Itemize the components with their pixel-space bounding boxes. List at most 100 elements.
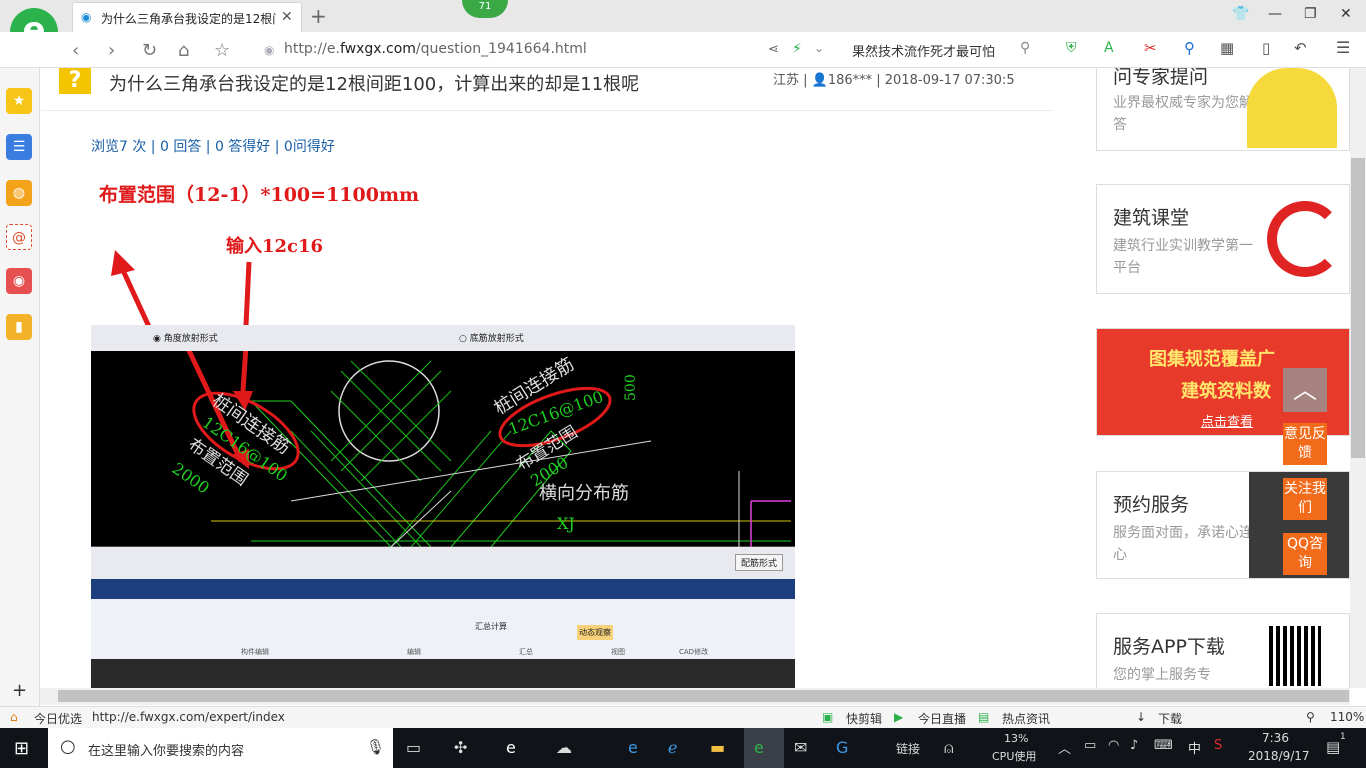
status-clip[interactable]: 快剪辑 <box>846 710 882 727</box>
cortana-icon: ○ <box>60 736 76 757</box>
wifi-icon[interactable]: ◠ <box>1108 738 1119 753</box>
notification-center-icon[interactable]: ▤ <box>1326 738 1340 756</box>
ie-icon[interactable]: ℯ <box>668 738 677 757</box>
favorite-star-icon[interactable]: ☆ <box>214 40 230 61</box>
weather-icon[interactable]: ☁ <box>556 738 572 757</box>
cad-dialog-footer: 配筋形式 <box>91 547 795 579</box>
mail-task-icon[interactable]: ✉ <box>794 738 807 757</box>
gift-icon: ⌂ <box>10 710 18 724</box>
question-icon: ? <box>59 68 91 94</box>
qr-code-icon <box>1269 626 1321 686</box>
fan-app-icon[interactable]: ✣ <box>454 738 467 757</box>
minimize-icon[interactable]: — <box>1268 6 1282 22</box>
cad-taskbar <box>91 579 795 599</box>
follow-button[interactable]: 关注我们 <box>1283 478 1327 520</box>
taskbar-search-placeholder: 在这里输入你要搜索的内容 <box>88 744 245 759</box>
people-icon[interactable]: ⍝ <box>944 738 954 758</box>
left-sidebar: ★ ☰ ◍ @ ◉ ▮ + <box>0 68 40 706</box>
speed-icon[interactable]: ⚡ <box>792 41 802 57</box>
mobile-icon[interactable]: ▯ <box>1262 39 1270 57</box>
app-g-icon[interactable]: G <box>836 738 848 757</box>
mail-icon[interactable]: @ <box>6 224 32 250</box>
news-feed-icon: ▤ <box>978 710 990 724</box>
windows-taskbar: ⊞ ○ 在这里输入你要搜索的内容 🎙 ▭ ✣ e ☁ e ℯ ▬ e ✉ G 链… <box>0 728 1366 768</box>
status-live[interactable]: 今日直播 <box>918 710 966 727</box>
back-to-top-icon[interactable]: ︿ <box>1283 368 1327 412</box>
close-window-icon[interactable]: ✕ <box>1340 6 1352 22</box>
download-icon: ↓ <box>1136 710 1147 724</box>
ribbon-group4: 视图 <box>611 648 625 656</box>
active-browser-task[interactable] <box>744 728 784 768</box>
clock-date[interactable]: 2018/9/17 <box>1248 749 1310 763</box>
add-sidebar-icon[interactable]: + <box>12 680 27 701</box>
ie-like-icon[interactable]: e <box>506 738 516 757</box>
taskbar-links[interactable]: 链接 <box>896 740 920 757</box>
status-zoom[interactable]: 110% <box>1330 710 1364 724</box>
ad-line2: 建筑资料数 <box>1181 381 1271 402</box>
new-tab-icon[interactable]: + <box>310 4 327 28</box>
card-expert[interactable]: 问专家提问 业界最权威专家为您解答 <box>1096 68 1350 151</box>
edge-icon[interactable]: e <box>628 738 638 757</box>
radio-angle: ◉ 角度放射形式 <box>153 334 218 344</box>
clip-icon: ▣ <box>822 710 834 724</box>
translate-icon[interactable]: A <box>1104 40 1114 56</box>
game-icon[interactable]: ◉ <box>6 268 32 294</box>
tab-title: 为什么三角承台我设定的是12根间 <box>101 12 276 26</box>
ad-link[interactable]: 点击查看 <box>1201 411 1253 430</box>
bookmark-icon[interactable]: ▮ <box>6 314 32 340</box>
card-expert-title: 问专家提问 <box>1113 68 1209 88</box>
keyboard-icon[interactable]: ⌨ <box>1154 738 1173 753</box>
sogou-icon[interactable]: S <box>1214 738 1222 753</box>
horizontal-scroll-thumb[interactable] <box>58 690 1349 702</box>
classroom-logo-icon <box>1267 201 1343 277</box>
file-explorer-icon[interactable]: ▬ <box>710 738 725 757</box>
status-hot-news[interactable]: 热点资讯 <box>1002 710 1050 727</box>
back-icon[interactable]: ‹ <box>72 40 79 61</box>
clock-time[interactable]: 7:36 <box>1262 731 1289 745</box>
expert-mascot-icon <box>1247 68 1337 148</box>
cad-label-right5: 横向分布筋 <box>539 483 629 504</box>
status-link: http://e.fwxgx.com/expert/index <box>92 710 285 724</box>
battery-icon[interactable]: ▭ <box>1084 738 1096 753</box>
menu-icon[interactable]: ☰ <box>1336 38 1350 57</box>
news-icon[interactable]: ☰ <box>6 134 32 160</box>
skin-icon[interactable]: 👕 <box>1232 6 1249 22</box>
site-info-icon[interactable]: ◉ <box>264 43 274 57</box>
restore-icon[interactable]: ❐ <box>1304 6 1317 22</box>
apps-icon[interactable]: ▦ <box>1220 39 1234 57</box>
ribbon-group1: 构件编辑 <box>241 648 269 656</box>
ime-indicator[interactable]: 中 <box>1188 738 1201 757</box>
ad-line1: 图集规范覆盖广 <box>1149 349 1275 370</box>
card-classroom[interactable]: 建筑课堂 建筑行业实训教学第一平台 <box>1096 184 1350 294</box>
search-box[interactable]: 果然技术流作死才最可怕 <box>852 41 995 60</box>
refresh-icon[interactable]: ↻ <box>142 40 157 61</box>
chevron-down-icon[interactable]: ⌄ <box>814 41 824 55</box>
undo-icon[interactable]: ↶ <box>1294 39 1307 57</box>
scissors-icon[interactable]: ✂ <box>1144 39 1157 57</box>
status-today-picks[interactable]: 今日优选 <box>34 710 82 727</box>
vertical-scroll-thumb[interactable] <box>1351 158 1365 458</box>
shield-icon[interactable]: ⛨ <box>1066 40 1077 56</box>
taskbar-search[interactable]: ○ 在这里输入你要搜索的内容 🎙 <box>48 728 393 768</box>
tray-chevron-up-icon[interactable]: ︿ <box>1058 738 1071 757</box>
task-view-icon[interactable]: ▭ <box>406 738 421 757</box>
qq-consult-button[interactable]: QQ咨询 <box>1283 533 1327 575</box>
windows-start-icon[interactable]: ⊞ <box>14 738 29 759</box>
magnifier-icon[interactable]: ⚲ <box>1184 39 1195 57</box>
search-icon[interactable]: ⚲ <box>1020 40 1030 56</box>
weibo-icon[interactable]: ◍ <box>6 180 32 206</box>
feedback-button[interactable]: 意见反馈 <box>1283 423 1327 465</box>
status-download[interactable]: 下载 <box>1158 710 1182 727</box>
card-appointment-title: 预约服务 <box>1113 494 1190 516</box>
tab-close-icon[interactable]: ✕ <box>281 9 293 25</box>
favorites-icon[interactable]: ★ <box>6 88 32 114</box>
volume-icon[interactable]: ♪ <box>1130 738 1138 753</box>
forward-icon[interactable]: › <box>108 40 115 61</box>
home-icon[interactable]: ⌂ <box>178 40 189 61</box>
cad-drawing: 桩间连接筋 12C16@100 布置范围 2000 桩间连接筋 12C16@10… <box>91 351 795 547</box>
radio-bottom: ○ 底筋放射形式 <box>459 334 524 344</box>
card-app-download[interactable]: 服务APP下载 您的掌上服务专 <box>1096 613 1350 688</box>
address-bar[interactable]: http://e.fwxgx.com/question_1941664.html <box>284 41 587 57</box>
share-icon[interactable]: ⋖ <box>768 42 779 57</box>
browser-tab[interactable]: ◉ 为什么三角承台我设定的是12根间 ✕ <box>72 2 302 32</box>
